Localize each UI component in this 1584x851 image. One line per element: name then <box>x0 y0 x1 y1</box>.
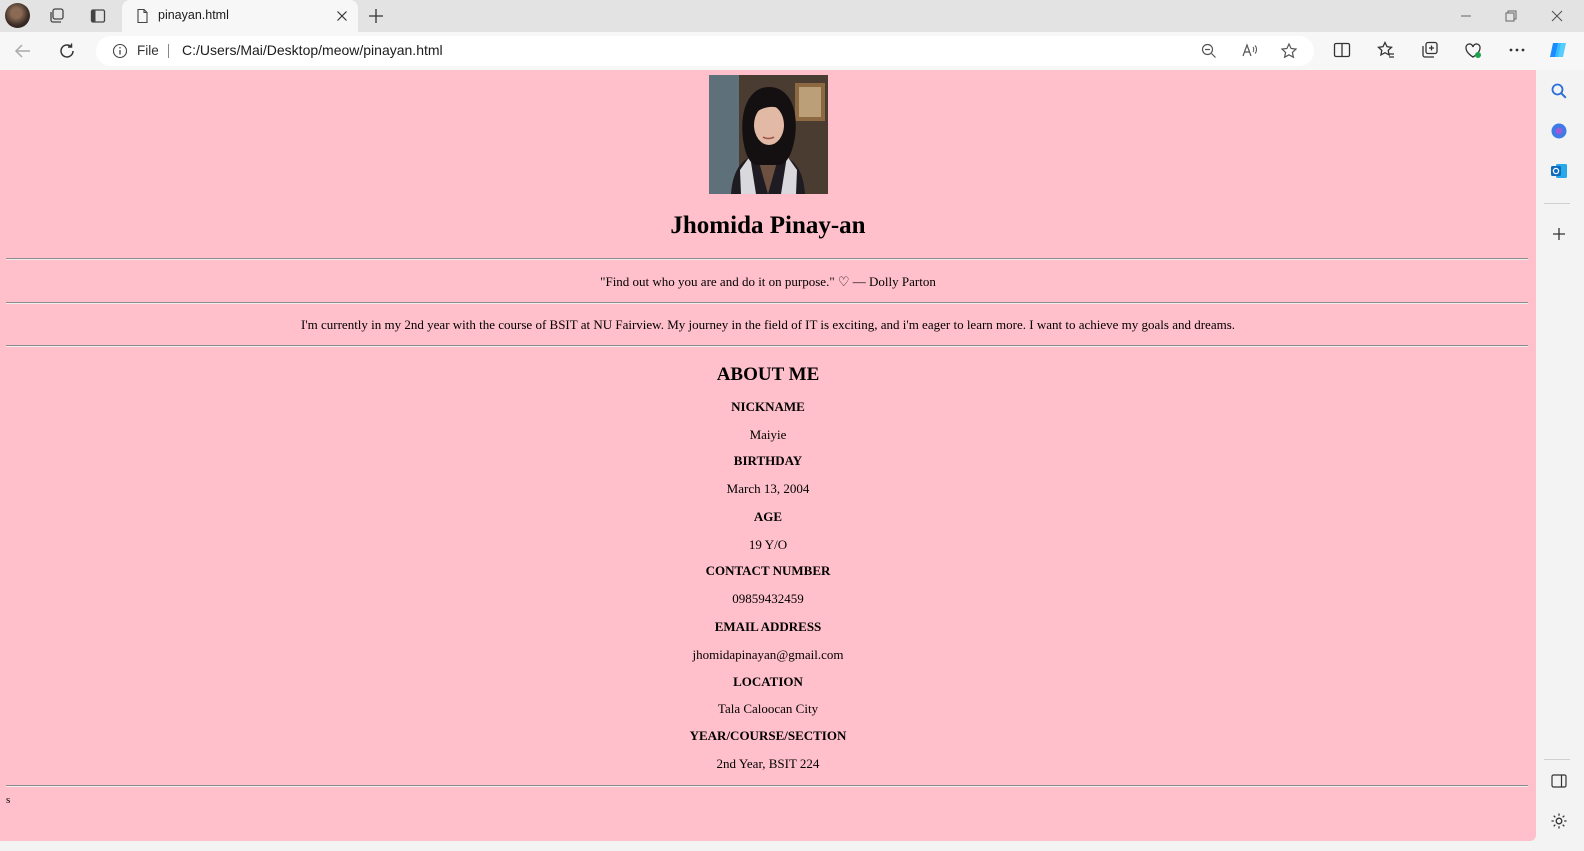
tab-pinayan[interactable]: pinayan.html <box>122 0 358 32</box>
vertical-tabs-icon[interactable] <box>88 6 108 26</box>
email-label: EMAIL ADDRESS <box>714 619 822 634</box>
collections-icon[interactable] <box>1420 40 1440 60</box>
nickname-label: NICKNAME <box>731 399 805 414</box>
settings-gear-icon[interactable] <box>1549 811 1569 831</box>
age-value: 19 Y/O <box>748 537 788 552</box>
quote-text: "Find out who you are and do it on purpo… <box>600 274 936 289</box>
navigation-bar: File C:/Users/Mai/Desktop/meow/pinayan.h… <box>0 32 1584 70</box>
search-icon[interactable] <box>1549 81 1569 101</box>
favorites-icon[interactable] <box>1376 40 1396 60</box>
birthday-label: BIRTHDAY <box>733 453 803 468</box>
contact-number-value: 09859432459 <box>732 591 804 606</box>
contact-number-label: CONTACT NUMBER <box>705 563 831 578</box>
copilot-icon[interactable] <box>1548 40 1568 60</box>
year-course-section-value: 2nd Year, BSIT 224 <box>716 756 820 771</box>
email-value: jhomidapinayan@gmail.com <box>692 647 844 662</box>
restore-icon[interactable] <box>1501 6 1521 26</box>
footer-text: s <box>6 794 11 806</box>
profile-avatar[interactable] <box>5 3 30 28</box>
shopping-icon[interactable] <box>1549 121 1569 141</box>
tab-title: pinayan.html <box>158 8 229 22</box>
address-divider <box>168 44 169 58</box>
sidebar-divider-bottom <box>1544 759 1570 760</box>
info-icon[interactable] <box>112 43 128 59</box>
location-label: LOCATION <box>733 674 803 689</box>
zoom-out-icon[interactable] <box>1200 42 1218 60</box>
close-tab-icon[interactable] <box>334 8 350 24</box>
new-tab-icon[interactable] <box>366 6 386 26</box>
sidebar-divider <box>1544 203 1570 204</box>
tab-strip: pinayan.html <box>0 0 1584 32</box>
divider <box>6 345 1528 347</box>
close-window-icon[interactable] <box>1547 6 1567 26</box>
page-title: Jhomida Pinay-an <box>670 212 866 239</box>
add-sidebar-app-icon[interactable] <box>1549 224 1569 244</box>
divider <box>6 258 1528 260</box>
page-viewport: Jhomida Pinay-an "Find out who you are a… <box>0 70 1536 841</box>
back-icon[interactable] <box>12 40 34 62</box>
favorite-star-icon[interactable] <box>1280 42 1298 60</box>
divider <box>6 302 1528 304</box>
hide-sidebar-icon[interactable] <box>1549 771 1569 791</box>
year-course-section-label: YEAR/COURSE/SECTION <box>689 728 847 743</box>
refresh-icon[interactable] <box>56 40 78 62</box>
browser-essentials-icon[interactable] <box>1463 40 1483 60</box>
read-aloud-icon[interactable] <box>1240 42 1258 60</box>
edge-sidebar <box>1540 70 1584 851</box>
workspaces-icon[interactable] <box>47 6 67 26</box>
birthday-value: March 13, 2004 <box>726 481 810 496</box>
profile-photo <box>709 75 828 194</box>
more-menu-icon[interactable] <box>1507 40 1527 60</box>
address-scheme-label: File <box>137 43 159 58</box>
about-heading: ABOUT ME <box>716 364 820 385</box>
location-value: Tala Caloocan City <box>717 701 819 716</box>
minimize-icon[interactable] <box>1456 6 1476 26</box>
address-url[interactable]: C:/Users/Mai/Desktop/meow/pinayan.html <box>182 42 443 58</box>
intro-text: I'm currently in my 2nd year with the co… <box>300 317 1236 332</box>
divider <box>6 785 1528 787</box>
page-icon <box>137 8 148 24</box>
split-screen-icon[interactable] <box>1332 40 1352 60</box>
outlook-icon[interactable] <box>1549 161 1569 181</box>
address-bar[interactable]: File C:/Users/Mai/Desktop/meow/pinayan.h… <box>96 36 1314 66</box>
nickname-value: Maiyie <box>749 427 787 442</box>
age-label: AGE <box>753 509 783 524</box>
